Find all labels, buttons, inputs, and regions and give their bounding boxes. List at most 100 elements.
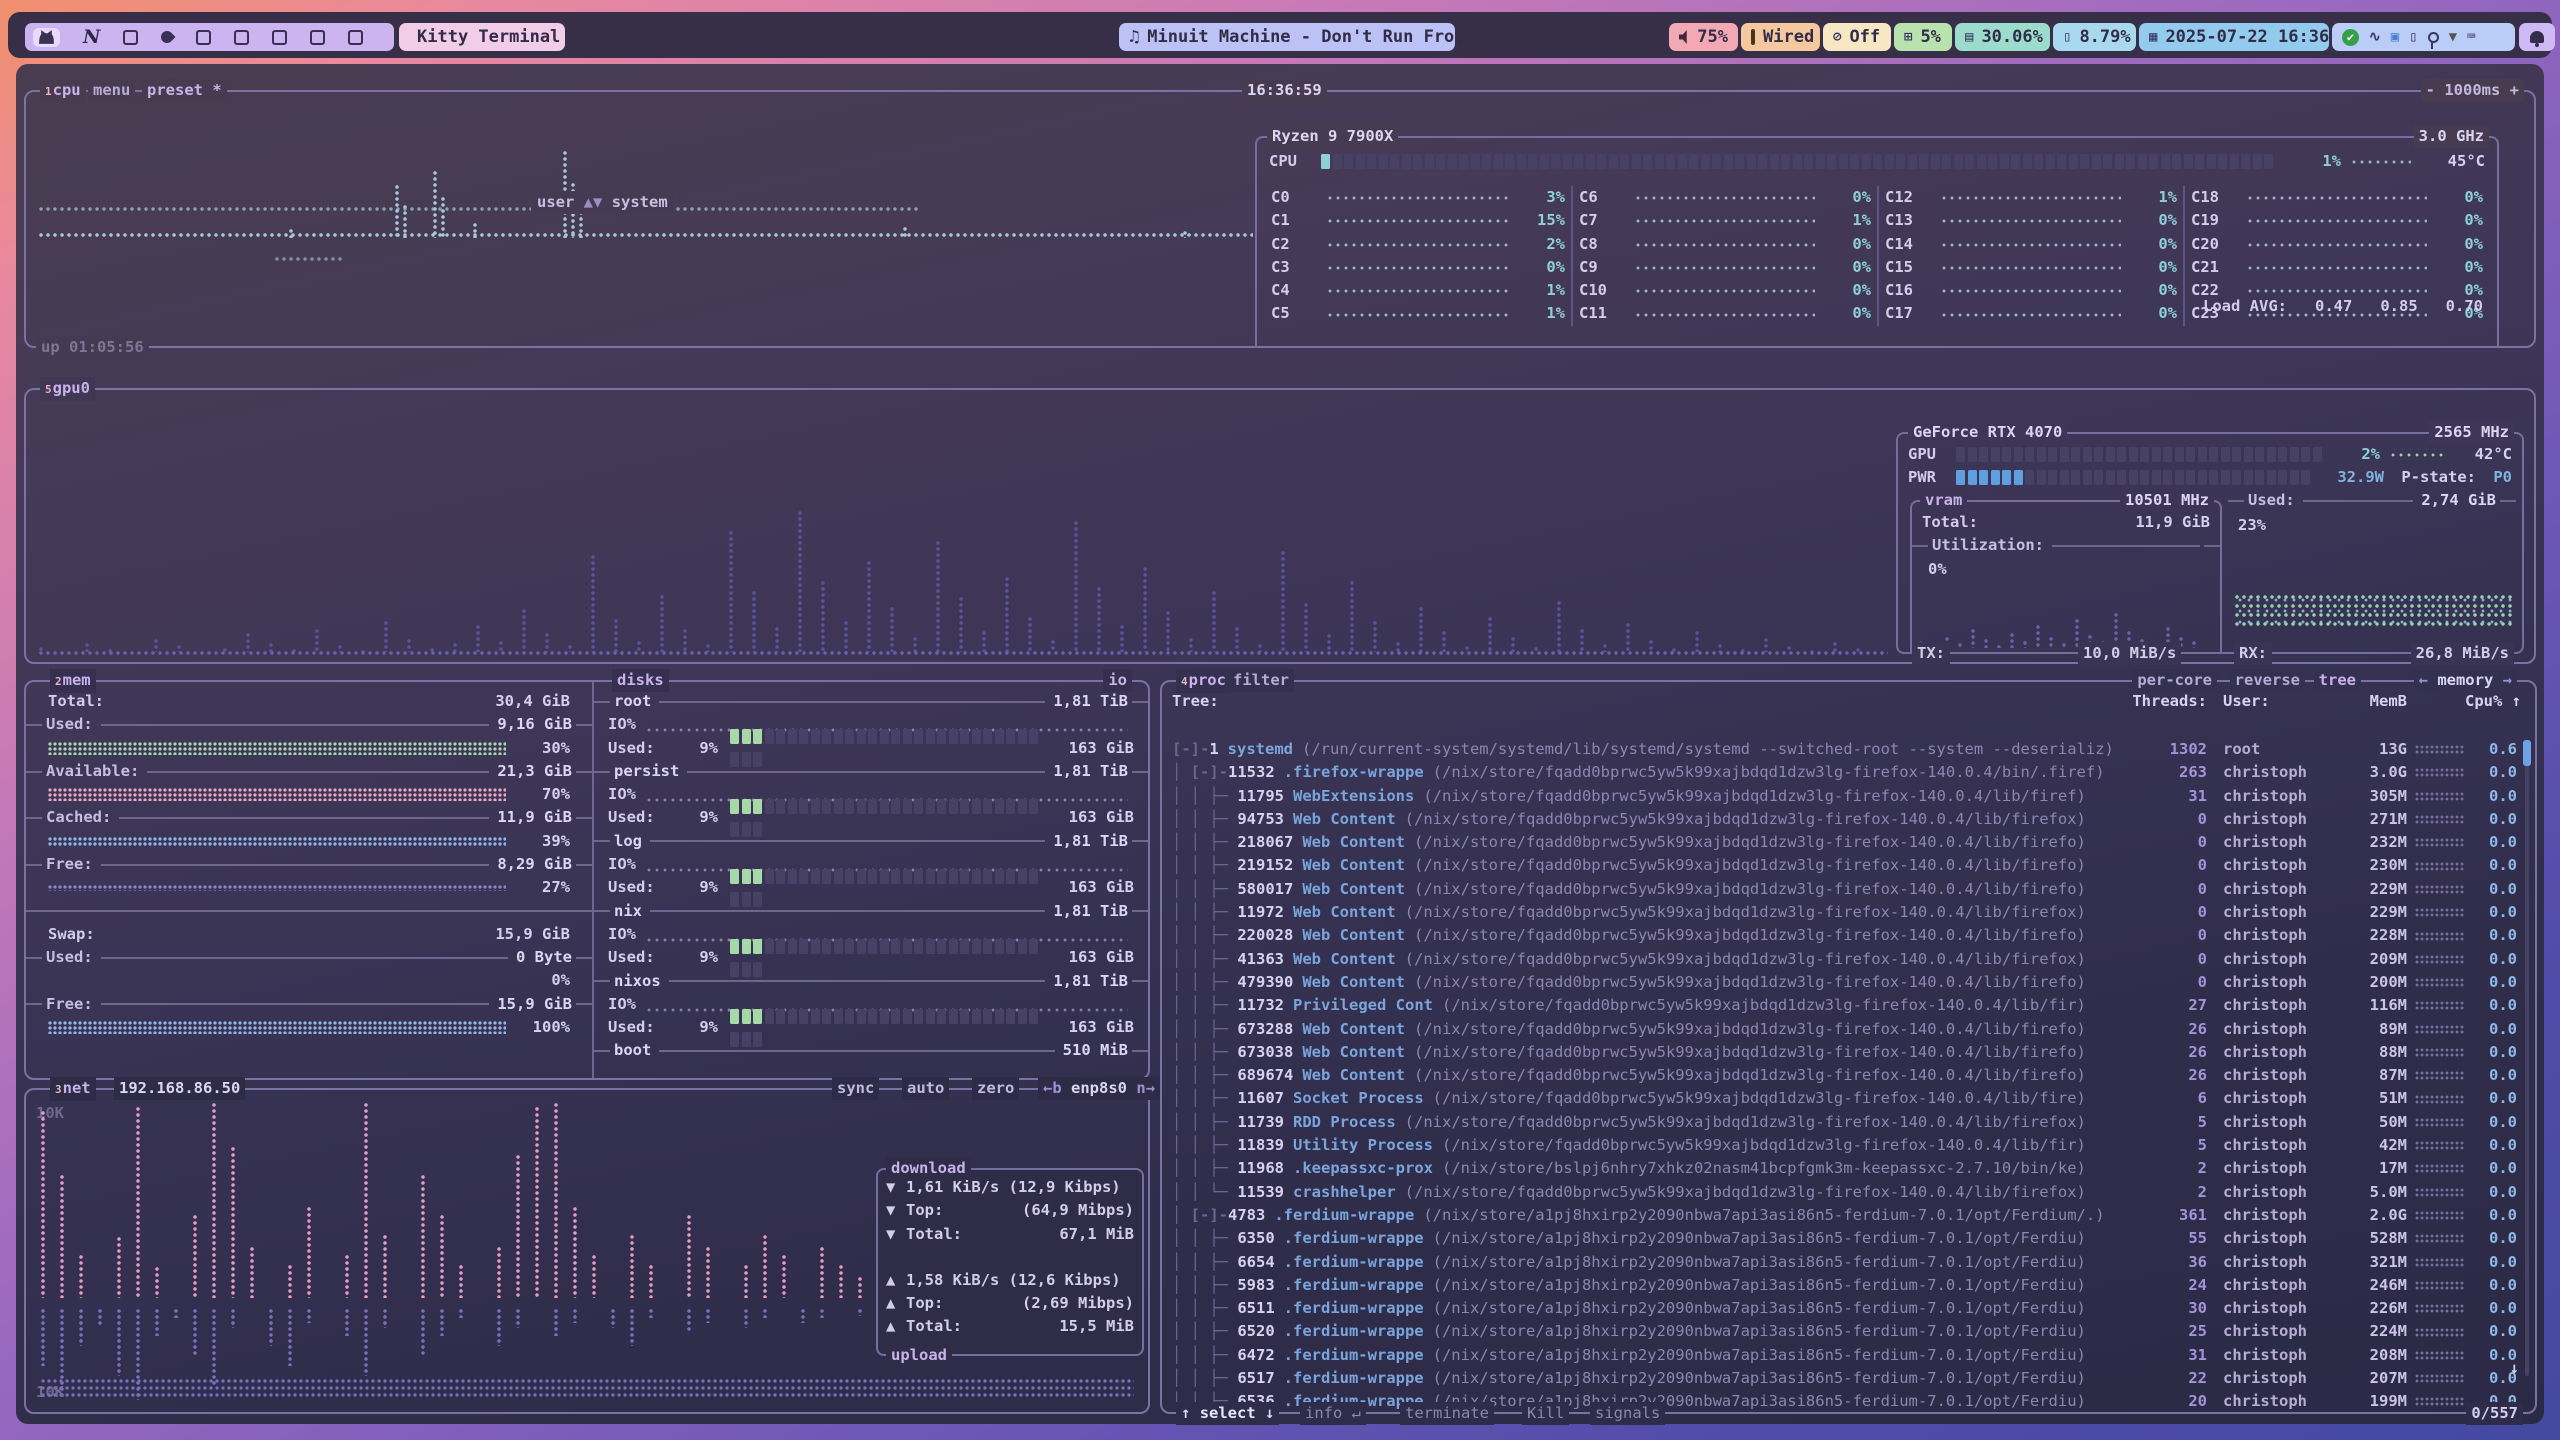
proc-row[interactable]: │ [-]-11532.firefox-wrappe(/nix/store/fq… (1172, 761, 2517, 784)
core-row: C30% (1271, 256, 1565, 279)
proc-row[interactable]: │ │ ├─ 5983.ferdium-wrappe(/nix/store/a1… (1172, 1274, 2517, 1297)
disks-io-button[interactable]: io (1103, 669, 1132, 692)
vram-panel: vram 10501 MHz Total: 11,9 GiB Utilizati… (1910, 500, 2222, 652)
proc-row[interactable]: │ │ ├─ 11972Web Content(/nix/store/fqadd… (1172, 901, 2517, 924)
triangle-icon[interactable]: ▼ (2449, 29, 2457, 45)
proc-row[interactable]: │ │ ├─ 6472.ferdium-wrappe(/nix/store/a1… (1172, 1344, 2517, 1367)
core-row: C110% (1579, 302, 1871, 325)
proc-footer-info[interactable]: info ↵ (1300, 1402, 1366, 1425)
proc-row[interactable]: │ │ ├─ 673038Web Content(/nix/store/fqad… (1172, 1041, 2517, 1064)
tx-value: 10,0 MiB/s (2078, 642, 2181, 665)
proc-row[interactable]: │ │ └─ 11539crashhelper(/nix/store/fqadd… (1172, 1181, 2517, 1204)
core-row: C180% (2191, 186, 2483, 209)
proc-row[interactable]: │ │ ├─ 6511.ferdium-wrappe(/nix/store/a1… (1172, 1297, 2517, 1320)
proc-footer-signals[interactable]: signals (1590, 1402, 1665, 1425)
proc-row[interactable]: │ │ ├─ 11968.keepassxc-prox(/nix/store/b… (1172, 1157, 2517, 1180)
net-zero-button[interactable]: zero (972, 1077, 1019, 1100)
core-row: C190% (2191, 209, 2483, 232)
disk-widget[interactable]: ▯ 8.79% (2053, 23, 2136, 51)
proc-row[interactable]: │ [-]-4783.ferdium-wrappe(/nix/store/a1p… (1172, 1204, 2517, 1227)
proc-row-list: [-]-1systemd(/run/current-system/systemd… (1172, 738, 2517, 1414)
proc-tree-button[interactable]: tree (2314, 669, 2361, 692)
proc-row[interactable]: │ │ ├─ 479390Web Content(/nix/store/fqad… (1172, 971, 2517, 994)
proc-row[interactable]: │ │ ├─ 6536.ferdium-wrappe(/nix/store/a1… (1172, 1390, 2517, 1413)
workspace-square-icon[interactable] (348, 30, 363, 45)
cpu-preset-button[interactable]: preset * (142, 79, 227, 102)
workspace-obsidian[interactable]: N (83, 26, 100, 48)
volume-widget[interactable]: 75% (1669, 23, 1738, 51)
cpu-menu-button[interactable]: menu (88, 79, 135, 102)
net-interface-switcher[interactable]: ←b enp8s0 n→ (1038, 1077, 1160, 1100)
proc-sort-selector[interactable]: ← memory → (2414, 669, 2517, 692)
workspace-square-icon[interactable] (196, 30, 211, 45)
network-widget[interactable]: Wired (1741, 23, 1820, 51)
swap-total: 15,9 GiB (95, 923, 570, 946)
proc-footer-terminate[interactable]: terminate (1400, 1402, 1494, 1425)
proc-row[interactable]: │ │ ├─ 689674Web Content(/nix/store/fqad… (1172, 1064, 2517, 1087)
disk-used-row: Used:9%163 GiB (594, 737, 1148, 760)
net-sync-button[interactable]: sync (832, 1077, 879, 1100)
core-column: C60%C71%C80%C90%C100%C110% (1571, 186, 1877, 326)
cpu-widget[interactable]: ⊞ 5% (1894, 23, 1952, 51)
net-auto-button[interactable]: auto (902, 1077, 949, 1100)
proc-row[interactable]: │ │ ├─ 11839Utility Process(/nix/store/f… (1172, 1134, 2517, 1157)
proc-row[interactable]: │ │ ├─ 220028Web Content(/nix/store/fqad… (1172, 924, 2517, 947)
clock-widget[interactable]: ▦ 2025-07-22 16:36 (2139, 23, 2329, 51)
workspace-kitty-active[interactable] (33, 28, 60, 47)
proc-row[interactable]: │ │ ├─ 6517.ferdium-wrappe(/nix/store/a1… (1172, 1367, 2517, 1390)
gpu-model: GeForce RTX 4070 (1908, 421, 2067, 444)
workspace-square-icon[interactable] (310, 30, 325, 45)
proc-row[interactable]: │ │ ├─ 6350.ferdium-wrappe(/nix/store/a1… (1172, 1227, 2517, 1250)
cpu-box-title: 1cpu (40, 79, 86, 103)
proc-row[interactable]: │ │ ├─ 11607Socket Process(/nix/store/fq… (1172, 1087, 2517, 1110)
proc-row[interactable]: │ │ ├─ 219152Web Content(/nix/store/fqad… (1172, 854, 2517, 877)
mem-stat-graph: 39% (26, 830, 592, 853)
key-icon[interactable] (2428, 32, 2439, 43)
cpu-total-meter (1321, 150, 2285, 173)
phone-tray-icon[interactable]: ▯ (2409, 29, 2417, 45)
proc-row[interactable]: │ │ ├─ 6520.ferdium-wrappe(/nix/store/a1… (1172, 1320, 2517, 1343)
proc-row[interactable]: │ │ ├─ 94753Web Content(/nix/store/fqadd… (1172, 808, 2517, 831)
bluetooth-widget[interactable]: ⊘ Off (1823, 23, 1891, 51)
proc-scrollbar-thumb[interactable] (2523, 740, 2531, 766)
notification-widget[interactable] (2519, 23, 2555, 51)
proc-row[interactable]: │ │ ├─ 6654.ferdium-wrappe(/nix/store/a1… (1172, 1251, 2517, 1274)
gpu-box: 5gpu0 GeForce RTX 4070 2565 MHz GPU 2% 4… (24, 388, 2536, 664)
keyboard-icon[interactable]: ⌨ (2467, 29, 2475, 45)
proc-footer-select[interactable]: ↑ select ↓ (1176, 1402, 1279, 1425)
proc-row[interactable]: │ │ ├─ 11732Privileged Cont(/nix/store/f… (1172, 994, 2517, 1017)
proc-row[interactable]: │ │ ├─ 11795WebExtensions(/nix/store/fqa… (1172, 785, 2517, 808)
wave-icon[interactable]: ∿ (2369, 29, 2381, 45)
net-ip: 192.168.86.50 (114, 1077, 245, 1100)
window-title[interactable]: Kitty Terminal (399, 23, 565, 51)
memory-widget[interactable]: ▤ 30.06% (1955, 23, 2050, 51)
gpu-frequency: 2565 MHz (2429, 421, 2514, 444)
check-circle-icon[interactable]: ✔ (2342, 29, 2359, 46)
interval-control[interactable]: - 1000ms + (2421, 79, 2524, 102)
disk-name-row: root1,81 TiB (594, 690, 1148, 713)
proc-scroll-down-arrow[interactable]: ↓ (2510, 1357, 2519, 1380)
proc-row[interactable]: │ │ ├─ 11739RDD Process(/nix/store/fqadd… (1172, 1111, 2517, 1134)
proc-row[interactable]: │ │ ├─ 673288Web Content(/nix/store/fqad… (1172, 1018, 2517, 1041)
proc-scrollbar-track[interactable] (2525, 740, 2529, 1376)
core-row: C22% (1271, 233, 1565, 256)
proc-reverse-button[interactable]: reverse (2230, 669, 2305, 692)
proc-row[interactable]: │ │ ├─ 218067Web Content(/nix/store/fqad… (1172, 831, 2517, 854)
volume-value: 75% (1697, 27, 1728, 47)
music-widget[interactable]: ♫ Minuit Machine - Don't Run Fro... (1119, 23, 1455, 51)
core-row: C90% (1579, 256, 1871, 279)
workspace-square-icon[interactable] (272, 30, 287, 45)
cpu-temp: 45°C (2421, 150, 2485, 173)
workspace-flame-icon[interactable] (159, 29, 176, 46)
proc-row[interactable]: │ │ ├─ 580017Web Content(/nix/store/fqad… (1172, 878, 2517, 901)
proc-footer-kill[interactable]: Kill (1522, 1402, 1569, 1425)
proc-filter-button[interactable]: filter (1228, 669, 1294, 692)
proc-percore-button[interactable]: per-core (2132, 669, 2217, 692)
core-row: C140% (1885, 233, 2177, 256)
proc-row[interactable]: │ │ ├─ 41363Web Content(/nix/store/fqadd… (1172, 948, 2517, 971)
proc-row[interactable]: [-]-1systemd(/run/current-system/systemd… (1172, 738, 2517, 761)
workspace-square-icon[interactable] (234, 30, 249, 45)
square-icon[interactable]: ▣ (2391, 29, 2399, 45)
workspace-square-icon[interactable] (123, 30, 138, 45)
disk-used-row: Used:9%163 GiB (594, 946, 1148, 969)
